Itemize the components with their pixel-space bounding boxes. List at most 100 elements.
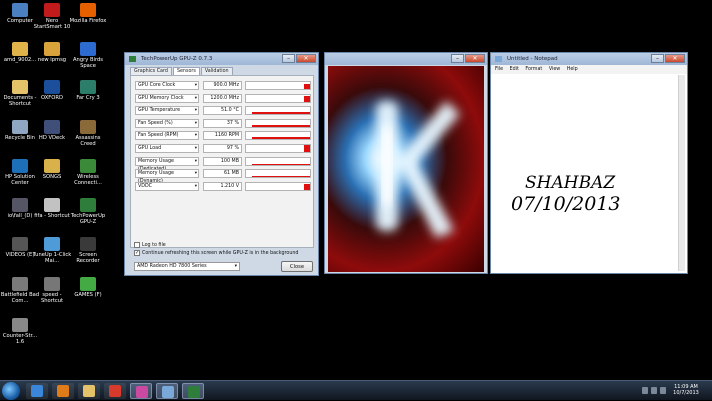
close-button[interactable]: Close bbox=[281, 261, 313, 272]
menu-edit[interactable]: Edit bbox=[510, 67, 519, 72]
tray-icons bbox=[642, 387, 666, 394]
chrome-icon bbox=[109, 385, 121, 397]
text-line-1: SHAHBAZ bbox=[525, 173, 616, 193]
sensor-graph-bar bbox=[304, 183, 310, 190]
notepad-text-area[interactable]: SHAHBAZ 07/10/2013 bbox=[493, 75, 677, 271]
sensor-name-dropdown[interactable]: Fan Speed (%) bbox=[135, 118, 199, 128]
window-controls: – ✕ bbox=[450, 54, 485, 63]
checkbox[interactable] bbox=[134, 242, 140, 248]
window-controls: – ✕ bbox=[650, 54, 685, 63]
gpuz-titlebar[interactable]: TechPowerUp GPU-Z 0.7.3 – ✕ bbox=[125, 53, 318, 65]
desktop-icon-label: OXFORD bbox=[41, 95, 63, 101]
explorer-icon bbox=[83, 385, 95, 397]
close-window-button[interactable]: ✕ bbox=[465, 54, 485, 63]
shortcut-icon bbox=[44, 42, 60, 56]
image-window[interactable]: – ✕ bbox=[324, 52, 488, 274]
desktop-icon[interactable]: Counter-Str... 1.6 bbox=[0, 318, 40, 345]
shortcut-icon bbox=[80, 237, 96, 251]
continue-refresh-label: Continue refreshing this screen while GP… bbox=[142, 250, 299, 256]
log-to-file-checkbox[interactable]: Log to file bbox=[134, 242, 166, 248]
shortcut-icon bbox=[44, 120, 60, 134]
desktop-icon[interactable]: Assassins Creed bbox=[68, 120, 108, 147]
shortcut-icon bbox=[12, 318, 28, 332]
desktop-icon-label: Far Cry 3 bbox=[76, 95, 100, 101]
shortcut-icon bbox=[12, 80, 28, 94]
taskbar-button[interactable] bbox=[182, 383, 204, 399]
taskbar-button[interactable] bbox=[78, 383, 100, 399]
desktop-icon[interactable]: TuneUp 1-Click Mai... bbox=[32, 237, 72, 264]
sensor-value: 51.0 °C bbox=[203, 106, 242, 116]
continue-refresh-checkbox[interactable]: ✓ Continue refreshing this screen while … bbox=[134, 250, 298, 256]
desktop-icon[interactable]: SONGS bbox=[32, 159, 72, 180]
sensor-graph-bar bbox=[252, 176, 310, 178]
close-window-button[interactable]: ✕ bbox=[665, 54, 685, 63]
desktop-icon[interactable]: Mozilla Firefox bbox=[68, 3, 108, 24]
network-icon[interactable] bbox=[642, 387, 648, 394]
shortcut-icon bbox=[80, 120, 96, 134]
sensor-value: 37 % bbox=[203, 118, 242, 128]
menu-help[interactable]: Help bbox=[567, 67, 578, 72]
sensor-name-dropdown[interactable]: GPU Load bbox=[135, 144, 199, 153]
minimize-button[interactable]: – bbox=[282, 54, 295, 63]
notepad-window[interactable]: Untitled - Notepad – ✕ File Edit Format … bbox=[490, 52, 688, 274]
desktop-icon-label: fifa - Shortcut bbox=[34, 213, 70, 219]
taskbar: 11:09 AM 10/7/2013 bbox=[0, 380, 712, 400]
desktop-icon[interactable]: OXFORD bbox=[32, 80, 72, 101]
checkbox-checked[interactable]: ✓ bbox=[134, 250, 140, 256]
desktop-icon[interactable]: speed - Shortcut bbox=[32, 277, 72, 304]
desktop-icon-label: TechPowerUp GPU-Z bbox=[70, 213, 106, 225]
sensor-name-dropdown[interactable]: VDDC bbox=[135, 181, 199, 191]
desktop-icon-label: HD VDeck bbox=[38, 135, 66, 141]
desktop-icon[interactable]: Far Cry 3 bbox=[68, 80, 108, 101]
taskbar-button[interactable] bbox=[26, 383, 48, 399]
menu-file[interactable]: File bbox=[495, 67, 503, 72]
card-select[interactable]: AMD Radeon HD 7800 Series bbox=[134, 262, 240, 271]
sensor-name-dropdown[interactable]: Fan Speed (RPM) bbox=[135, 131, 199, 141]
sensor-row: GPU Core Clock 900.0 MHz bbox=[135, 81, 311, 91]
desktop-icon[interactable]: Screen Recorder bbox=[68, 237, 108, 264]
sensor-graph-bar bbox=[252, 112, 310, 115]
sensor-graph bbox=[245, 131, 311, 141]
close-window-button[interactable]: ✕ bbox=[296, 54, 316, 63]
desktop-icon[interactable]: HD VDeck bbox=[32, 120, 72, 141]
clock[interactable]: 11:09 AM 10/7/2013 bbox=[672, 384, 700, 396]
media-player-icon bbox=[57, 385, 69, 397]
shortcut-icon bbox=[12, 159, 28, 173]
sensor-row: Memory Usage (Dynamic) 61 MB bbox=[135, 169, 311, 184]
desktop-icon[interactable]: fifa - Shortcut bbox=[32, 198, 72, 219]
taskbar-button[interactable] bbox=[52, 383, 74, 399]
start-button[interactable] bbox=[2, 382, 20, 400]
desktop-icon[interactable]: new ipmsg bbox=[32, 42, 72, 63]
sensor-name-dropdown[interactable]: GPU Core Clock bbox=[135, 81, 199, 90]
desktop-icon[interactable]: TechPowerUp GPU-Z bbox=[68, 198, 108, 225]
taskbar-button[interactable] bbox=[130, 383, 152, 399]
gpuz-window[interactable]: TechPowerUp GPU-Z 0.7.3 – ✕ Graphics Car… bbox=[124, 52, 319, 276]
menu-view[interactable]: View bbox=[549, 67, 560, 72]
flag-icon[interactable] bbox=[660, 387, 666, 394]
minimize-button[interactable]: – bbox=[451, 54, 464, 63]
desktop-icon[interactable]: Angry Birds Space bbox=[68, 42, 108, 69]
vertical-scrollbar[interactable] bbox=[678, 75, 685, 271]
taskbar-button[interactable] bbox=[156, 383, 178, 399]
image-window-titlebar[interactable]: – ✕ bbox=[325, 53, 487, 65]
desktop-icon-label: speed - Shortcut bbox=[40, 292, 64, 304]
sensor-name-dropdown[interactable]: GPU Memory Clock bbox=[135, 93, 199, 103]
desktop-icon[interactable]: Wireless Connecti... bbox=[68, 159, 108, 186]
volume-icon[interactable] bbox=[651, 387, 657, 394]
desktop-icon[interactable]: Nero StartSmart 10 bbox=[32, 3, 72, 30]
minimize-button[interactable]: – bbox=[651, 54, 664, 63]
sensor-name-dropdown[interactable]: Memory Usage (Dynamic) bbox=[135, 169, 199, 184]
taskbar-button[interactable] bbox=[104, 383, 126, 399]
sensor-row: GPU Load 97 % bbox=[135, 144, 311, 154]
sensor-name-dropdown[interactable]: Memory Usage (Dedicated) bbox=[135, 156, 199, 172]
sensor-graph-bar bbox=[304, 84, 310, 89]
sensor-name-dropdown[interactable]: GPU Temperature bbox=[135, 106, 199, 116]
sensor-row: GPU Memory Clock 1200.0 MHz bbox=[135, 93, 311, 104]
sensors-panel: GPU Core Clock 900.0 MHz GPU Memory Clock 1… bbox=[130, 75, 314, 248]
notepad-titlebar[interactable]: Untitled - Notepad – ✕ bbox=[491, 53, 687, 65]
menu-format[interactable]: Format bbox=[525, 67, 542, 72]
sensor-row: Memory Usage (Dedicated) 100 MB bbox=[135, 156, 311, 172]
desktop-icon[interactable]: GAMES (F) bbox=[68, 277, 108, 298]
sensor-graph bbox=[245, 81, 311, 90]
notepad-icon bbox=[162, 386, 174, 398]
